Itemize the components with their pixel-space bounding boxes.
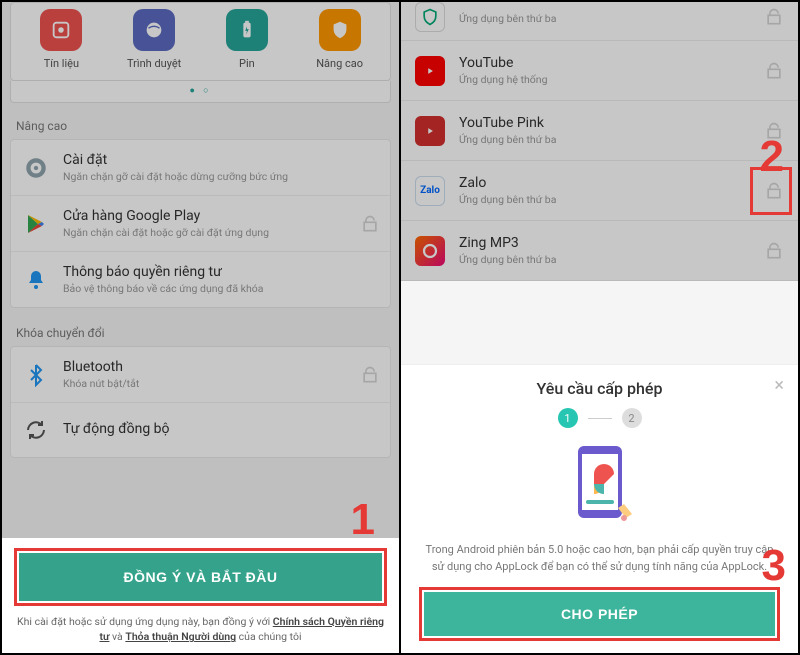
terms-suffix: của chúng tôi <box>236 630 301 643</box>
youtube-icon <box>415 56 445 86</box>
row-autosync[interactable]: Tự động đồng bộ <box>11 403 390 457</box>
panel-right: Ứng dụng bên thứ ba YouTube Ứng dụng hệ … <box>401 2 798 653</box>
shield-icon <box>319 9 361 51</box>
permission-illustration <box>550 440 650 530</box>
sync-icon <box>21 415 51 445</box>
close-icon[interactable]: × <box>774 375 784 396</box>
row-playstore[interactable]: Cửa hàng Google Play Ngăn chặn cài đặt h… <box>11 196 390 252</box>
row-sub: Ngăn chặn cài đặt hoặc gỡ cài đặt ứng dụ… <box>63 226 348 239</box>
row-settings[interactable]: Cài đặt Ngăn chặn gỡ cài đặt hoặc dừng c… <box>11 140 390 196</box>
tile-advanced[interactable]: Nâng cao <box>299 9 381 70</box>
step-2: 2 <box>622 408 642 428</box>
row-sub: Ngăn chặn gỡ cài đặt hoặc dừng cưỡng bức… <box>63 170 380 183</box>
app-row-youtube-pink[interactable]: YouTube Pink Ứng dụng bên thứ ba <box>401 101 798 161</box>
lock-icon[interactable] <box>764 61 784 81</box>
panel-left: Tín liệu Trình duyệt Pin <box>2 2 401 653</box>
highlight-box-3: CHO PHÉP <box>419 587 780 641</box>
callout-2: 2 <box>760 132 784 182</box>
app-title: YouTube <box>459 55 750 71</box>
lock-icon <box>360 365 380 385</box>
section-header-advanced: Nâng cao <box>2 109 399 139</box>
row-title: Bluetooth <box>63 359 348 375</box>
permission-desc: Trong Android phiên bản 5.0 hoặc cao hơn… <box>419 542 780 575</box>
youtube-pink-icon <box>415 116 445 146</box>
zing-icon <box>415 236 445 266</box>
row-title: Cửa hàng Google Play <box>63 208 348 224</box>
browser-icon <box>133 9 175 51</box>
tile-battery[interactable]: Pin <box>206 9 288 70</box>
feature-tiles: Tín liệu Trình duyệt Pin <box>10 2 391 81</box>
app-row-youtube[interactable]: YouTube Ứng dụng hệ thống <box>401 41 798 101</box>
play-store-icon <box>21 209 51 239</box>
tile-label: Nâng cao <box>316 57 363 70</box>
lock-icon[interactable] <box>764 241 784 261</box>
terms-mid: và <box>109 630 125 643</box>
agree-sheet: ĐỒNG Ý VÀ BẮT ĐẦU Khi cài đặt hoặc sử dụ… <box>2 538 399 654</box>
tutorial-frame: Tín liệu Trình duyệt Pin <box>0 0 800 655</box>
app-row-zalo[interactable]: Zalo Zalo Ứng dụng bên thứ ba <box>401 161 798 221</box>
app-sub: Ứng dụng bên thứ ba <box>459 253 750 266</box>
terms-text: Khi cài đặt hoặc sử dụng ứng dụng này, b… <box>14 614 387 646</box>
app-sub: Ứng dụng hệ thống <box>459 73 750 86</box>
agree-button[interactable]: ĐỒNG Ý VÀ BẮT ĐẦU <box>19 553 382 601</box>
user-agreement-link[interactable]: Thỏa thuận Người dùng <box>125 630 236 643</box>
callout-1: 1 <box>351 495 375 545</box>
bluetooth-icon <box>21 360 51 390</box>
row-sub: Khóa nút bật/tắt <box>63 377 348 390</box>
step-1: 1 <box>558 408 578 428</box>
tile-label: Trình duyệt <box>127 57 181 70</box>
app-row-zing[interactable]: Zing MP3 Ứng dụng bên thứ ba <box>401 221 798 281</box>
app-title: Zing MP3 <box>459 235 750 251</box>
app-title: YouTube Pink <box>459 115 750 131</box>
row-privacy-notif[interactable]: Thông báo quyền riêng tư Bảo vệ thông bá… <box>11 252 390 307</box>
app-row-find-device[interactable]: Ứng dụng bên thứ ba <box>401 2 798 41</box>
lock-icon <box>360 214 380 234</box>
battery-icon <box>226 9 268 51</box>
card-advanced: Cài đặt Ngăn chặn gỡ cài đặt hoặc dừng c… <box>10 139 391 308</box>
callout-3: 3 <box>762 541 786 591</box>
tile-label: Pin <box>239 57 255 70</box>
app-sub: Ứng dụng bên thứ ba <box>459 193 750 206</box>
bell-icon <box>21 265 51 295</box>
allow-button[interactable]: CHO PHÉP <box>424 592 775 636</box>
app-sub: Ứng dụng bên thứ ba <box>459 133 750 146</box>
row-title: Thông báo quyền riêng tư <box>63 264 380 280</box>
row-sub: Bảo vệ thông báo về các ứng dụng đã khóa <box>63 282 380 295</box>
section-header-toggle: Khóa chuyển đổi <box>2 316 399 346</box>
highlight-box-1: ĐỒNG Ý VÀ BẮT ĐẦU <box>14 548 387 606</box>
step-indicator: 1 2 <box>419 408 780 428</box>
app-title: Zalo <box>459 175 750 191</box>
zalo-icon: Zalo <box>415 176 445 206</box>
permission-title: Yêu cầu cấp phép <box>419 379 780 398</box>
tile-label: Tín liệu <box>44 57 79 70</box>
gear-icon <box>21 153 51 183</box>
lock-icon[interactable] <box>764 7 784 27</box>
tile-browser[interactable]: Trình duyệt <box>113 9 195 70</box>
permission-sheet: × Yêu cầu cấp phép 1 2 Trong <box>401 364 798 653</box>
app-sub: Ứng dụng bên thứ ba <box>459 12 750 25</box>
step-line <box>588 418 612 419</box>
tile-signal[interactable]: Tín liệu <box>20 9 102 70</box>
find-device-icon <box>415 2 445 32</box>
row-title: Cài đặt <box>63 152 380 168</box>
page-indicator: ● ○ <box>10 81 391 103</box>
signal-icon <box>40 9 82 51</box>
row-bluetooth[interactable]: Bluetooth Khóa nút bật/tắt <box>11 347 390 403</box>
card-toggle: Bluetooth Khóa nút bật/tắt Tự động đồng … <box>10 346 391 458</box>
row-title: Tự động đồng bộ <box>63 421 380 437</box>
terms-prefix: Khi cài đặt hoặc sử dụng ứng dụng này, b… <box>17 615 273 628</box>
